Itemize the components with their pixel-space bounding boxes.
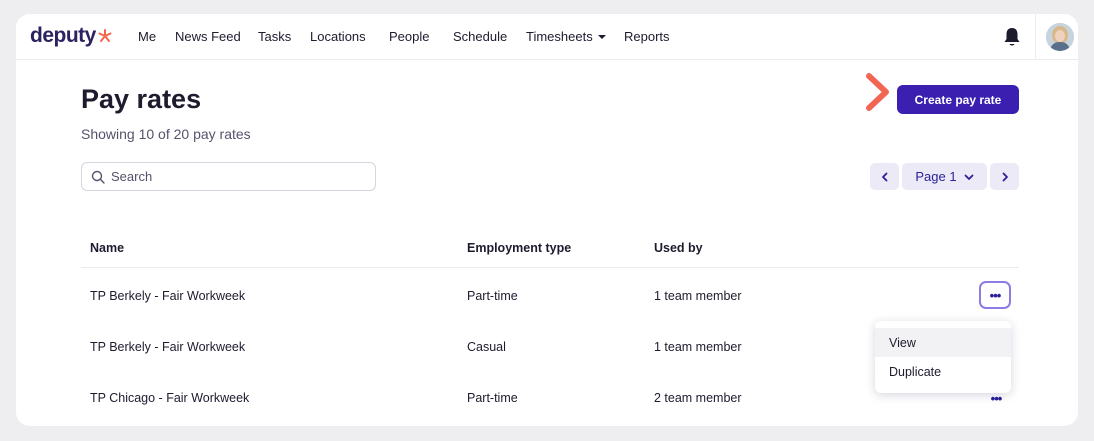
- deputy-logo[interactable]: deputy: [30, 23, 112, 49]
- nav-reports[interactable]: Reports: [624, 29, 670, 44]
- caret-down-icon: [597, 34, 606, 39]
- nav-me[interactable]: Me: [138, 29, 156, 44]
- menu-item-view[interactable]: View: [875, 328, 1011, 357]
- row-used-by: 1 team member: [654, 289, 742, 303]
- row-employment-type: Part-time: [467, 289, 518, 303]
- avatar-photo: [1046, 23, 1074, 51]
- chevron-left-icon: [881, 172, 887, 181]
- nav-schedule[interactable]: Schedule: [453, 29, 507, 44]
- next-page-button[interactable]: [990, 163, 1019, 190]
- nav-locations[interactable]: Locations: [310, 29, 366, 44]
- bell-icon[interactable]: [1002, 26, 1022, 48]
- page-select-label: Page 1: [915, 169, 957, 184]
- app-window: deputy Me News Feed Tasks Locations Peop…: [16, 14, 1078, 426]
- column-header-used-by[interactable]: Used by: [654, 241, 703, 255]
- nav-news-feed[interactable]: News Feed: [175, 29, 241, 44]
- page-select[interactable]: Page 1: [902, 163, 987, 190]
- row-more-button[interactable]: •••: [979, 281, 1011, 309]
- create-pay-rate-button[interactable]: Create pay rate: [897, 85, 1019, 114]
- page-subtitle: Showing 10 of 20 pay rates: [81, 126, 251, 142]
- row-employment-type: Casual: [467, 340, 506, 354]
- column-header-employment-type[interactable]: Employment type: [467, 241, 571, 255]
- nav-timesheets[interactable]: Timesheets: [526, 29, 606, 44]
- row-used-by: 2 team member: [654, 391, 742, 405]
- search-input[interactable]: [111, 169, 361, 184]
- nav-divider: [1035, 14, 1036, 60]
- row-name: TP Berkely - Fair Workweek: [90, 289, 246, 303]
- nav-tasks[interactable]: Tasks: [258, 29, 291, 44]
- avatar[interactable]: [1046, 23, 1074, 51]
- page-title: Pay rates: [81, 84, 202, 114]
- pointer-chevron-icon: [866, 73, 889, 111]
- chevron-down-icon: [964, 174, 973, 180]
- row-name: TP Chicago - Fair Workweek: [90, 391, 250, 405]
- menu-item-duplicate[interactable]: Duplicate: [875, 357, 1011, 386]
- brand-name: deputy: [30, 24, 96, 47]
- row-employment-type: Part-time: [467, 391, 518, 405]
- nav-people[interactable]: People: [389, 29, 429, 44]
- deputy-star-icon: [98, 29, 112, 42]
- previous-page-button[interactable]: [870, 163, 899, 190]
- column-header-name[interactable]: Name: [90, 241, 124, 255]
- search-box[interactable]: [81, 162, 376, 191]
- nav-timesheets-label: Timesheets: [526, 29, 593, 44]
- header-divider: [81, 267, 1019, 268]
- top-navigation: deputy Me News Feed Tasks Locations Peop…: [16, 14, 1078, 60]
- row-used-by: 1 team member: [654, 340, 742, 354]
- chevron-right-icon: [1002, 172, 1008, 181]
- row-actions-menu: View Duplicate: [875, 321, 1011, 393]
- search-icon: [91, 170, 105, 184]
- row-name: TP Berkely - Fair Workweek: [90, 340, 246, 354]
